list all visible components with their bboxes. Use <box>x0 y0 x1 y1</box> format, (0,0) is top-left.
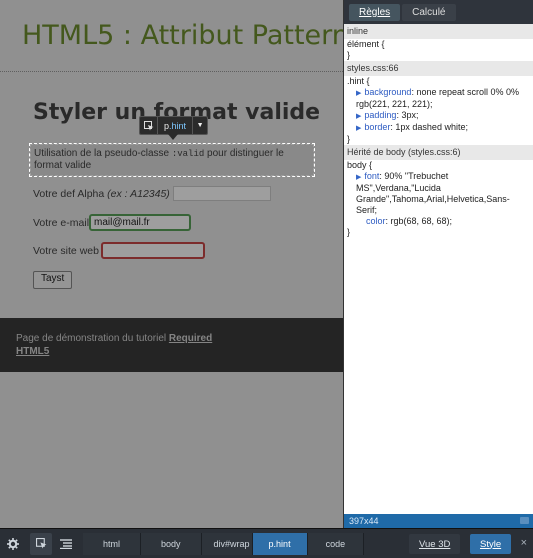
devtools-toolbar: html body div#wrap p.hint code Vue 3D St… <box>0 528 533 558</box>
expand-triangle-icon[interactable]: ▶ <box>356 174 361 181</box>
footer-link-html5[interactable]: HTML5 <box>16 346 49 357</box>
web-page-viewport: HTML5 : Attribut Pattern Styler un forma… <box>0 0 343 528</box>
breadcrumb-item-p-hint[interactable]: p.hint <box>252 532 308 555</box>
breadcrumb-item-code[interactable]: code <box>307 532 365 555</box>
close-icon[interactable]: × <box>521 537 527 549</box>
email-label: Votre e-mail <box>33 216 90 229</box>
rule-selector[interactable]: élément { <box>344 39 533 50</box>
rule-selector[interactable]: body { <box>344 160 533 171</box>
page-header: HTML5 : Attribut Pattern <box>0 0 343 72</box>
rule-property-color[interactable]: color: rgb(68, 68, 68); <box>344 216 533 227</box>
node-tooltip[interactable]: p.hint ▼ <box>139 116 209 140</box>
footer-link-required[interactable]: Required <box>169 333 212 344</box>
inspect-icon[interactable] <box>30 532 52 555</box>
chevron-down-icon[interactable]: ▼ <box>192 117 207 134</box>
form-row-alpha: Votre def Alpha (ex : A12345) <box>33 186 271 201</box>
rule-close: } <box>347 227 351 237</box>
site-input[interactable] <box>100 242 205 259</box>
submit-button[interactable]: Tayst <box>33 271 73 289</box>
expand-triangle-icon[interactable]: ▶ <box>356 113 361 120</box>
expand-triangle-icon[interactable]: ▶ <box>356 125 361 132</box>
rule-selector[interactable]: .hint { <box>344 76 533 87</box>
rule-header-inherited[interactable]: Hérité de body (styles.css:6) <box>344 145 533 160</box>
rule-property-padding[interactable]: ▶ padding: 3px; <box>344 110 533 122</box>
breadcrumb-item-div-wrap[interactable]: div#wrap <box>201 532 253 555</box>
node-label: p.hint <box>164 120 187 131</box>
email-input[interactable]: mail@mail.fr <box>89 214 192 231</box>
tooltip-arrow <box>168 134 178 140</box>
style-button[interactable]: Style <box>470 534 512 554</box>
site-label: Votre site web <box>33 244 99 257</box>
form-row-site: Votre site web <box>33 242 205 259</box>
tab-rules[interactable]: Règles <box>349 3 401 21</box>
style-inspector-panel: Règles Calculé inline élément { } styles… <box>343 0 533 528</box>
expand-triangle-icon[interactable]: ▶ <box>356 90 361 97</box>
form-row-email: Votre e-mail mail@mail.fr <box>33 214 192 231</box>
page-footer: Page de démonstration du tutoriel Requir… <box>0 318 343 372</box>
rule-property-border[interactable]: ▶ border: 1px dashed white; <box>344 122 533 134</box>
collapse-icon[interactable] <box>520 517 529 524</box>
alpha-input[interactable] <box>172 186 271 201</box>
highlight-overlay <box>0 0 343 528</box>
breadcrumb: html body div#wrap p.hint code <box>83 532 365 555</box>
rule-property-background[interactable]: ▶ background: none repeat scroll 0% 0% rg… <box>344 87 533 110</box>
rule-property-font[interactable]: ▶ font: 90% "Trebuchet MS",Verdana,"Lucid… <box>344 171 533 216</box>
inspect-icon[interactable] <box>140 117 158 134</box>
alpha-label: Votre def Alpha (ex : A12345) <box>33 187 170 200</box>
3d-view-button[interactable]: Vue 3D <box>409 534 461 554</box>
breadcrumb-item-body[interactable]: body <box>141 532 202 555</box>
tab-computed[interactable]: Calculé <box>402 3 456 21</box>
dimensions-text: 397x44 <box>349 516 379 526</box>
rule-close: } <box>347 50 351 60</box>
panel-tabs: Règles Calculé <box>344 0 533 24</box>
rules-list: inline élément { } styles.css:66 .hint {… <box>344 24 533 238</box>
markup-panel-icon[interactable] <box>55 533 77 555</box>
highlighted-element-outline <box>29 143 315 177</box>
alpha-example: (ex : A12345) <box>107 187 170 200</box>
breadcrumb-item-html[interactable]: html <box>83 532 142 555</box>
rule-header-styles[interactable]: styles.css:66 <box>344 61 533 76</box>
gear-icon[interactable] <box>2 533 24 555</box>
rule-header-inline: inline <box>344 24 533 39</box>
rule-close: } <box>347 134 351 144</box>
page-title: HTML5 : Attribut Pattern <box>22 20 343 51</box>
element-dimensions: 397x44 <box>344 514 533 528</box>
footer-text: Page de démonstration du tutoriel Requir… <box>16 333 213 357</box>
